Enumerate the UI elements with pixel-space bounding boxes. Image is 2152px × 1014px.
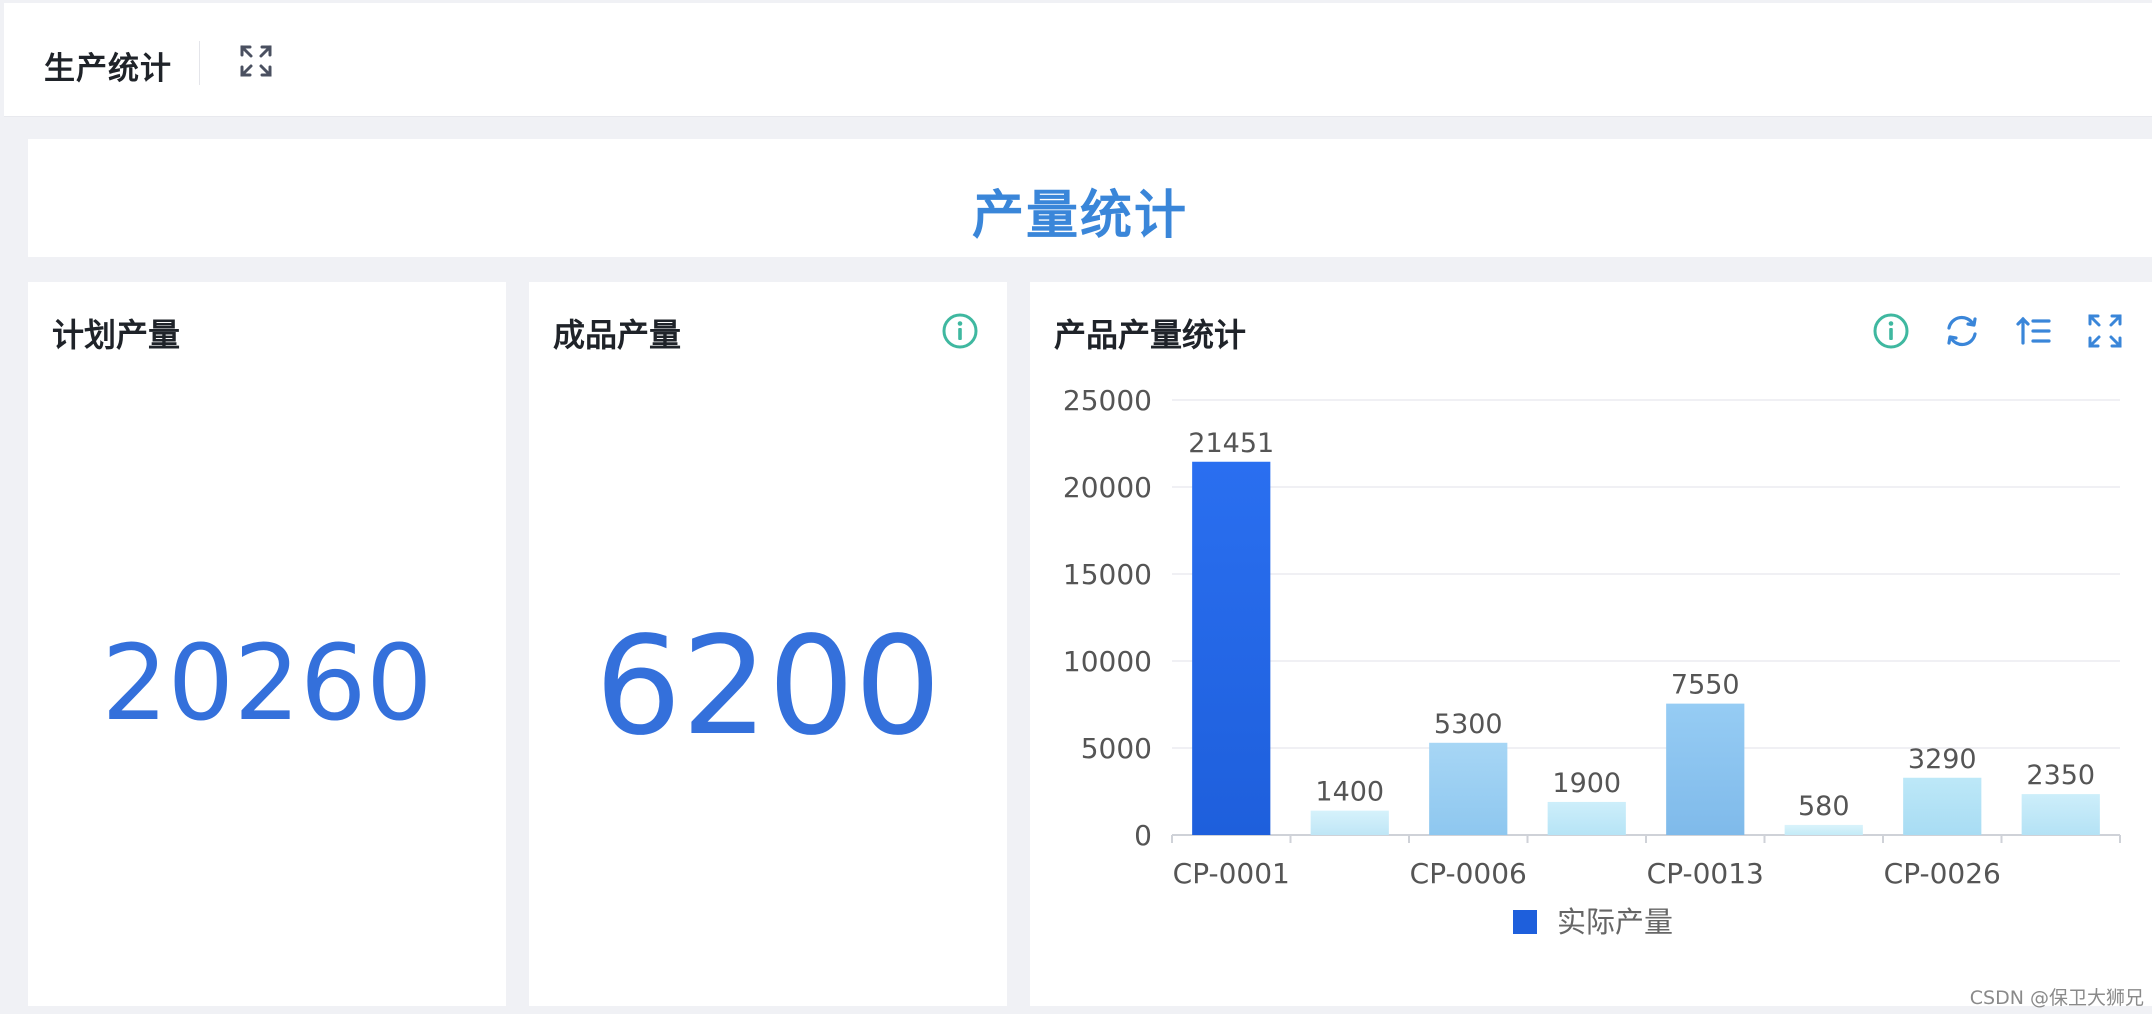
y-tick-label: 0 <box>1134 819 1152 852</box>
bar-4 <box>1547 801 1626 835</box>
bar-7 <box>1903 777 1982 835</box>
planned-output-value: 20260 <box>101 622 433 744</box>
finished-output-card: 成品产量 6200 <box>529 282 1007 1006</box>
expand-icon[interactable] <box>238 43 274 79</box>
title-divider <box>199 41 200 85</box>
bar-value-label: 580 <box>1798 791 1850 822</box>
planned-output-card: 计划产量 20260 <box>28 282 506 1006</box>
bar-value-label: 1900 <box>1552 768 1621 799</box>
bar-value-label: 7550 <box>1671 670 1740 701</box>
banner-title: 产量统计 <box>971 186 1188 246</box>
y-tick-label: 25000 <box>1063 384 1152 417</box>
page-title: 生产统计 <box>44 51 172 87</box>
legend-swatch <box>1513 910 1537 934</box>
top-bar: 生产统计 <box>4 3 2152 117</box>
bar-value-label: 5300 <box>1434 709 1503 740</box>
bar-1 <box>1192 461 1271 835</box>
bar-value-label: 1400 <box>1315 777 1384 808</box>
x-tick-label: CP-0001 <box>1173 857 1290 890</box>
planned-output-title: 计划产量 <box>52 316 181 354</box>
product-output-chart: 0 5000 10000 15000 20000 25000 21451 CP-0001 140… <box>1063 384 2121 939</box>
x-tick-label: CP-0026 <box>1884 857 2001 890</box>
product-output-card: 产品产量统计 0 5000 10000 15000 20000 25000 21451 CP-… <box>1030 282 2152 1006</box>
finished-output-title: 成品产量 <box>553 316 682 354</box>
y-tick-label: 10000 <box>1063 645 1152 678</box>
bar-3 <box>1429 742 1508 835</box>
finished-output-value: 6200 <box>594 608 942 766</box>
banner-card: 产量统计 <box>28 139 2152 257</box>
watermark: CSDN @保卫大狮兄 <box>1969 987 2144 1009</box>
bar-value-label: 3290 <box>1908 744 1977 775</box>
bar-8 <box>2021 794 2100 835</box>
x-tick-label: CP-0013 <box>1647 857 1764 890</box>
bar-value-label: 2350 <box>2026 760 2095 791</box>
y-tick-label: 5000 <box>1081 732 1152 765</box>
bar-2 <box>1310 810 1389 835</box>
x-tick-label: CP-0006 <box>1410 857 1527 890</box>
bar-5 <box>1666 703 1745 835</box>
bar-6 <box>1784 824 1863 835</box>
bar-value-label: 21451 <box>1188 428 1274 459</box>
info-icon[interactable] <box>940 311 980 351</box>
y-tick-label: 20000 <box>1063 471 1152 504</box>
y-tick-label: 15000 <box>1063 558 1152 591</box>
legend-label: 实际产量 <box>1557 905 1673 939</box>
